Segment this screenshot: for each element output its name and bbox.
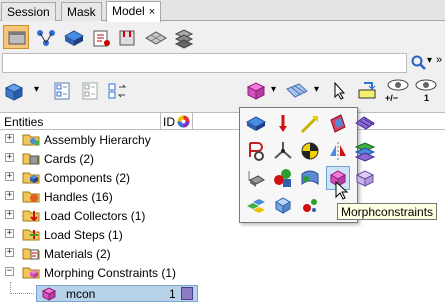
tree-item-label: Handles (16) — [44, 190, 113, 204]
tree-item-label: Cards (2) — [44, 152, 95, 166]
layers-view-icon[interactable] — [170, 25, 196, 49]
morph-constraint-icon — [41, 287, 57, 301]
search-dropdown-icon[interactable]: ▾ — [427, 55, 432, 66]
tooltip-text: Morphconstraints — [341, 205, 434, 219]
column-divider — [192, 113, 193, 130]
component-view-icon[interactable] — [60, 25, 86, 49]
palette-beamsection-icon[interactable] — [298, 139, 322, 163]
palette-surface-icon[interactable] — [298, 166, 322, 190]
expand-icon[interactable]: + — [5, 172, 14, 181]
palette-system-icon[interactable] — [271, 139, 295, 163]
handles-folder-icon — [22, 191, 40, 203]
palette-load-icon[interactable] — [271, 112, 295, 136]
entity-dropdown-icon[interactable]: ▾ — [34, 84, 39, 95]
more-icon[interactable]: » — [436, 54, 442, 66]
expand-icon[interactable]: + — [5, 153, 14, 162]
palette-vector-icon[interactable] — [298, 112, 322, 136]
palette-material-icon[interactable] — [244, 139, 268, 163]
model-view-icon[interactable] — [3, 25, 29, 49]
palette-cube-mesh-icon[interactable] — [354, 167, 376, 189]
search-input[interactable] — [2, 53, 407, 73]
entity-cube-icon[interactable] — [4, 82, 28, 102]
color-wheel-icon[interactable] — [177, 115, 190, 128]
tree-item-label: Load Collectors (1) — [44, 209, 146, 223]
pointer-icon[interactable] — [333, 82, 347, 100]
cards-folder-icon — [22, 153, 40, 165]
entity-toolbar: ▾ ▾ ▾ +/− 1 — [0, 76, 445, 108]
palette-contact-icon[interactable] — [271, 166, 295, 190]
components-folder-icon — [22, 172, 40, 184]
materials-folder-icon — [22, 248, 40, 260]
palette-layer-icon[interactable] — [354, 140, 376, 162]
tree-item-label: Materials (2) — [44, 247, 111, 261]
tab-bar: Session Mask Model × — [0, 0, 445, 22]
tree-item-mcon[interactable]: mcon 1 — [36, 285, 198, 302]
palette-assembly-icon[interactable] — [244, 193, 268, 217]
expand-icon[interactable]: + — [5, 191, 14, 200]
expand-icon[interactable]: + — [5, 229, 14, 238]
checklist-icon[interactable] — [52, 81, 72, 101]
mcon-id: 1 — [169, 287, 176, 301]
tree-item-load-steps[interactable]: + Load Steps (1) — [0, 225, 445, 244]
entities-column-header[interactable]: Entities — [4, 115, 43, 129]
id-column-header[interactable]: ID — [163, 115, 175, 129]
show-eye-icon[interactable] — [386, 78, 410, 92]
palette-symmetry-icon[interactable] — [326, 139, 350, 163]
tree-item-cards[interactable]: + Cards (2) — [0, 149, 445, 168]
palette-line-icon[interactable] — [354, 113, 376, 133]
mouse-cursor-icon — [335, 181, 349, 200]
hierarchy-icon[interactable] — [33, 25, 59, 49]
plus-minus-label: +/− — [385, 93, 399, 103]
assembly-folder-icon — [22, 134, 40, 146]
filter-dropdown-icon[interactable]: ▾ — [314, 84, 319, 95]
collapse-icon[interactable]: − — [5, 267, 14, 276]
palette-component-icon[interactable] — [244, 112, 268, 136]
mesh-view-icon[interactable] — [142, 25, 168, 49]
mcon-label: mcon — [66, 287, 96, 301]
load-collectors-folder-icon — [22, 210, 40, 222]
morph-cube-icon[interactable] — [246, 81, 266, 101]
tab-model[interactable]: Model × — [106, 1, 162, 22]
tab-mask[interactable]: Mask — [61, 2, 102, 21]
palette-set-icon[interactable] — [244, 166, 268, 190]
palette-block-icon[interactable] — [271, 193, 295, 217]
isolate-icon[interactable] — [356, 80, 378, 102]
tree-item-components[interactable]: + Components (2) — [0, 168, 445, 187]
tree-item-label: Assembly Hierarchy — [44, 133, 151, 147]
palette-plane-icon[interactable] — [326, 112, 350, 136]
tree-item-assembly-hierarchy[interactable]: + Assembly Hierarchy — [0, 130, 445, 149]
expand-icon[interactable]: + — [5, 210, 14, 219]
reverse-check-icon[interactable] — [107, 81, 129, 101]
palette-point-icon[interactable] — [298, 193, 322, 217]
view-number-label: 1 — [424, 93, 430, 103]
tree-item-label: Load Steps (1) — [44, 228, 123, 242]
tab-session[interactable]: Session — [1, 2, 56, 21]
morphing-folder-icon — [22, 267, 40, 279]
tree-item-label: Components (2) — [44, 171, 131, 185]
view-eye-icon[interactable] — [414, 78, 438, 92]
tree-guide-line — [10, 293, 34, 294]
load-steps-folder-icon — [22, 229, 40, 241]
tree-item-materials[interactable]: + Materials (2) — [0, 244, 445, 263]
loadstep-view-icon[interactable] — [114, 25, 140, 49]
expand-icon[interactable]: + — [5, 248, 14, 257]
entities-header: Entities ID — [0, 112, 445, 130]
material-view-icon[interactable] — [88, 25, 114, 49]
tooltip: Morphconstraints — [337, 203, 438, 220]
tree-item-label: Morphing Constraints (1) — [44, 266, 177, 280]
column-divider — [160, 113, 161, 130]
morph-dropdown-icon[interactable]: ▾ — [271, 84, 276, 95]
tab-mask-label: Mask — [67, 5, 96, 19]
tab-session-label: Session — [7, 5, 50, 19]
close-icon[interactable]: × — [149, 6, 155, 18]
tree-item-morphing-constraints[interactable]: − Morphing Constraints (1) — [0, 263, 445, 282]
mcon-color-swatch[interactable] — [181, 287, 193, 300]
tab-model-label: Model — [112, 4, 145, 18]
uncheck-list-icon[interactable] — [80, 81, 100, 101]
mesh-filter-icon[interactable] — [285, 81, 309, 101]
expand-icon[interactable]: + — [5, 134, 14, 143]
browser-toolbar — [0, 22, 445, 52]
search-row: ▾ » — [0, 52, 445, 74]
search-icon[interactable] — [411, 55, 427, 71]
